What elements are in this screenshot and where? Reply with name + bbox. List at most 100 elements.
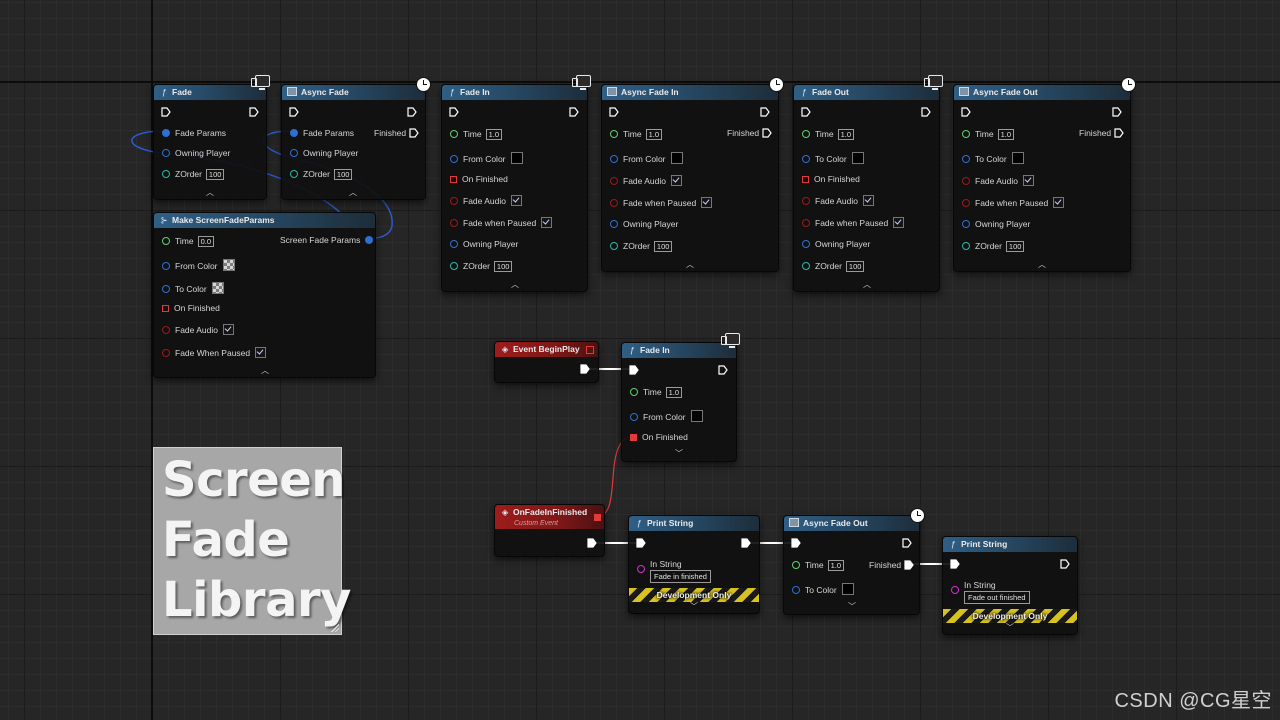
pin-fade-audio[interactable]: Fade Audio: [610, 175, 683, 186]
pin-time[interactable]: Time 1.0: [450, 129, 503, 140]
exec-out-pin[interactable]: [718, 365, 728, 375]
pin-fade-params[interactable]: Fade Params: [162, 128, 226, 138]
pin-on-finished[interactable]: On Finished: [802, 174, 860, 184]
exec-in-pin-filled[interactable]: [950, 559, 960, 569]
time-value[interactable]: 1.0: [645, 129, 663, 140]
zorder-value[interactable]: 100: [845, 261, 865, 272]
exec-out-pin[interactable]: [902, 538, 912, 548]
pin-fade-audio[interactable]: Fade Audio: [962, 175, 1035, 186]
pin-finished[interactable]: Finished: [869, 560, 914, 570]
color-swatch[interactable]: [841, 583, 854, 595]
pin-time[interactable]: Time 1.0: [610, 129, 663, 140]
node-header[interactable]: ƒ Fade In: [442, 75, 591, 100]
pin-owning-player[interactable]: Owning Player: [802, 239, 870, 249]
collapse-arrow-icon[interactable]: ︿: [510, 279, 520, 290]
pin-time[interactable]: Time 1.0: [802, 129, 855, 140]
pin-from-color[interactable]: From Color: [630, 410, 703, 422]
pin-fade-when-paused[interactable]: Fade when Paused: [962, 197, 1065, 208]
pin-owning-player[interactable]: Owning Player: [450, 239, 518, 249]
pin-fade-audio[interactable]: Fade Audio: [802, 195, 875, 206]
pin-from-color[interactable]: From Color: [450, 152, 523, 164]
exec-out-pin-filled[interactable]: [587, 538, 597, 548]
time-value[interactable]: 1.0: [827, 560, 845, 571]
pin-screen-fade-params-out[interactable]: Screen Fade Params: [280, 235, 374, 245]
node-header[interactable]: ƒ Print String: [629, 516, 759, 531]
pin-finished[interactable]: Finished: [1079, 128, 1124, 138]
pin-on-finished[interactable]: On Finished: [162, 303, 220, 313]
node-print-string-2[interactable]: ƒ Print String In String Fade out finished…: [942, 536, 1078, 635]
pin-owning-player[interactable]: Owning Player: [162, 148, 230, 158]
collapse-arrow-icon[interactable]: ︿: [205, 187, 215, 198]
node-async-fade-out[interactable]: Async Fade Out Time 1.0 Finished To Color…: [953, 77, 1136, 272]
pin-in-string[interactable]: In String Fade in finished: [637, 559, 711, 583]
node-header[interactable]: ƒ Fade In: [622, 333, 740, 358]
exec-out-pin[interactable]: [569, 107, 579, 117]
pin-time[interactable]: Time 1.0: [962, 129, 1015, 140]
pin-from-color[interactable]: From Color: [162, 259, 235, 271]
zorder-value[interactable]: 100: [1005, 241, 1025, 252]
fade-audio-checkbox[interactable]: [1023, 175, 1035, 186]
exec-out-pin[interactable]: [1112, 107, 1122, 117]
exec-out-pin[interactable]: [249, 107, 259, 117]
in-string-input[interactable]: Fade in finished: [650, 570, 711, 583]
fade-audio-checkbox[interactable]: [223, 324, 235, 335]
pin-from-color[interactable]: From Color: [610, 152, 683, 164]
zorder-value[interactable]: 100: [333, 169, 353, 180]
color-swatch[interactable]: [690, 410, 703, 422]
node-on-fade-in-finished[interactable]: ◈ OnFadeInFinished Custom Event: [494, 504, 605, 557]
exec-in-pin[interactable]: [961, 107, 971, 117]
pin-zorder[interactable]: ZOrder 100: [450, 261, 513, 272]
color-swatch[interactable]: [211, 282, 224, 294]
node-header[interactable]: ◈ OnFadeInFinished Custom Event: [495, 505, 604, 529]
in-string-input[interactable]: Fade out finished: [964, 591, 1030, 604]
expand-arrow-icon[interactable]: ﹀: [674, 448, 684, 459]
color-swatch[interactable]: [510, 152, 523, 164]
pin-fade-when-paused[interactable]: Fade when Paused: [450, 217, 553, 228]
node-header[interactable]: Async Fade In: [602, 77, 784, 100]
exec-out-pin[interactable]: [1060, 559, 1070, 569]
fade-when-paused-checkbox[interactable]: [701, 197, 713, 208]
pin-owning-player[interactable]: Owning Player: [962, 219, 1030, 229]
pin-zorder[interactable]: ZOrder 100: [962, 241, 1025, 252]
pin-in-string[interactable]: In String Fade out finished: [951, 580, 1030, 604]
pin-on-finished[interactable]: On Finished: [630, 432, 688, 442]
resize-grip-icon[interactable]: [331, 624, 339, 632]
collapse-arrow-icon[interactable]: ︿: [348, 187, 358, 198]
node-fade[interactable]: ƒ Fade Fade Params Owning Player ZOrder 10…: [153, 75, 270, 200]
node-async-fade-in[interactable]: Async Fade In Time 1.0 Finished From Colo…: [601, 77, 784, 272]
exec-in-pin-filled[interactable]: [629, 365, 639, 375]
event-delegate-square-icon[interactable]: [586, 346, 594, 354]
exec-out-pin-filled[interactable]: [580, 364, 590, 374]
fade-audio-checkbox[interactable]: [863, 195, 875, 206]
expand-arrow-icon[interactable]: ﹀: [1005, 622, 1015, 633]
pin-fade-when-paused[interactable]: Fade when Paused: [610, 197, 713, 208]
node-async-fade[interactable]: Async Fade Fade Params Finished Owning P…: [281, 77, 431, 200]
pin-on-finished[interactable]: On Finished: [450, 174, 508, 184]
collapse-arrow-icon[interactable]: ︿: [685, 259, 695, 270]
pin-fade-audio[interactable]: Fade Audio: [162, 324, 235, 335]
node-event-beginplay[interactable]: ◈ Event BeginPlay: [494, 341, 599, 383]
node-header[interactable]: Async Fade Out: [784, 508, 925, 531]
fade-when-paused-checkbox[interactable]: [1053, 197, 1065, 208]
exec-out-pin[interactable]: [407, 107, 417, 117]
node-header[interactable]: Async Fade: [282, 77, 431, 100]
exec-in-pin[interactable]: [801, 107, 811, 117]
node-print-string-1[interactable]: ƒ Print String In String Fade in finished …: [628, 515, 760, 614]
node-header[interactable]: ƒ Fade Out: [794, 75, 943, 100]
fade-when-paused-checkbox[interactable]: [893, 217, 905, 228]
color-swatch[interactable]: [1011, 152, 1024, 164]
collapse-arrow-icon[interactable]: ︿: [1037, 259, 1047, 270]
fade-when-paused-checkbox[interactable]: [541, 217, 553, 228]
collapse-arrow-icon[interactable]: ︿: [862, 279, 872, 290]
node-fade-in[interactable]: ƒ Fade In Time 1.0 From Color On Finished …: [441, 75, 591, 292]
node-header[interactable]: ƒ Print String: [943, 537, 1077, 552]
exec-in-pin[interactable]: [449, 107, 459, 117]
time-value[interactable]: 1.0: [485, 129, 503, 140]
time-value[interactable]: 1.0: [997, 129, 1015, 140]
exec-out-pin-filled[interactable]: [741, 538, 751, 548]
pin-zorder[interactable]: ZOrder 100: [290, 169, 353, 180]
pin-to-color[interactable]: To Color: [162, 282, 224, 294]
fade-audio-checkbox[interactable]: [671, 175, 683, 186]
pin-fade-audio[interactable]: Fade Audio: [450, 195, 523, 206]
color-swatch[interactable]: [670, 152, 683, 164]
